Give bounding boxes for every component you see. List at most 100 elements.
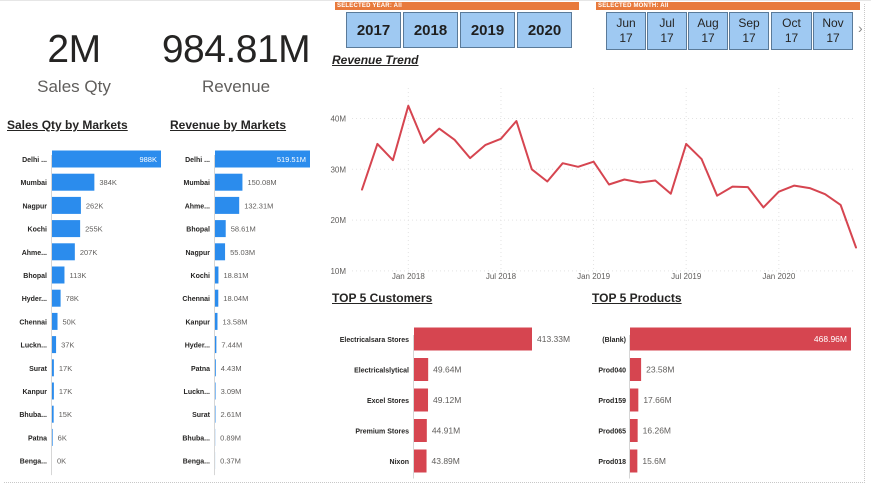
- data-label: 2.61M: [220, 410, 241, 419]
- bar: [215, 382, 216, 400]
- bar: [414, 388, 429, 412]
- month-year-label: 17: [826, 31, 840, 45]
- category-label: Excel Stores: [367, 398, 409, 405]
- bar: [52, 266, 65, 284]
- y-tick-label: 10M: [330, 267, 346, 276]
- month-year-label: 17: [784, 31, 799, 45]
- category-label: Bhuba...: [19, 412, 47, 419]
- year-button-2019[interactable]: 2019: [460, 12, 515, 48]
- bar: [630, 388, 639, 412]
- category-label: Surat: [29, 366, 48, 373]
- bar: [215, 243, 226, 261]
- month-button-oct-17[interactable]: Oct 17: [771, 12, 812, 50]
- data-label: 0.37M: [220, 457, 241, 466]
- revenue-line-series: [361, 104, 857, 249]
- month-button-sep-17[interactable]: Sep 17: [729, 12, 769, 50]
- bar: [52, 382, 54, 400]
- bar: [215, 289, 219, 307]
- bar: [414, 358, 429, 381]
- data-label: 150.08M: [247, 178, 276, 187]
- bar: [215, 173, 243, 191]
- category-label: Mumbai: [184, 180, 211, 187]
- year-button-2020[interactable]: 2020: [517, 12, 572, 48]
- x-tick-label: Jan 2018: [392, 272, 425, 281]
- month-button-nov-17[interactable]: Nov 17: [813, 12, 853, 50]
- category-label: Nagpur: [186, 250, 211, 257]
- data-label: 0.89M: [220, 433, 241, 442]
- data-label: 7.44M: [221, 341, 242, 350]
- bar: [215, 196, 240, 214]
- y-tick-label: 20M: [330, 216, 346, 225]
- category-label: Patna: [28, 435, 47, 442]
- data-label: 44.91M: [432, 426, 460, 436]
- bar: [52, 243, 75, 261]
- kpi-revenue-value: 984.81M: [161, 28, 311, 71]
- bar: [215, 336, 217, 354]
- category-label: Delhi ...: [185, 157, 210, 164]
- month-button-jun-17[interactable]: Jun 17: [606, 12, 646, 50]
- kpi-card-sales-qty: 2M Sales Qty: [10, 30, 138, 97]
- data-label: 58.61M: [231, 225, 256, 234]
- category-label: Delhi ...: [22, 157, 47, 164]
- month-year-label: 17: [619, 31, 633, 45]
- category-label: Kochi: [28, 227, 48, 234]
- year-button-2017[interactable]: 2017: [346, 12, 401, 48]
- category-label: Bhopal: [186, 227, 210, 234]
- category-label: Surat: [192, 412, 211, 419]
- data-label: 207K: [80, 248, 98, 257]
- x-tick-label: Jan 2020: [762, 272, 795, 281]
- month-label: Aug: [697, 16, 719, 30]
- category-label: Hyder...: [22, 296, 47, 303]
- kpi-revenue-label: Revenue: [201, 77, 271, 96]
- data-label: 6K: [58, 433, 67, 442]
- kpi-sales-qty-label: Sales Qty: [37, 77, 111, 96]
- bar: [52, 336, 57, 354]
- data-label: 413.33M: [537, 334, 570, 344]
- category-label: Nixon: [390, 459, 409, 466]
- month-label: Nov: [822, 16, 844, 30]
- data-label: 49.64M: [433, 365, 461, 375]
- bar: [52, 196, 81, 214]
- data-label: 4.43M: [221, 364, 242, 373]
- bar: [414, 419, 427, 442]
- data-label: 468.96M: [814, 334, 847, 344]
- month-button-jul-17[interactable]: Jul 17: [647, 12, 687, 50]
- data-label: 17K: [59, 387, 72, 396]
- category-label: Patna: [191, 366, 210, 373]
- month-button-aug-17[interactable]: Aug 17: [688, 12, 728, 50]
- data-label: 384K: [99, 178, 117, 187]
- year-button-2018[interactable]: 2018: [403, 12, 458, 48]
- month-year-label: 17: [660, 31, 674, 45]
- bar: [414, 449, 427, 473]
- top5-customers-chart: Electricalsara Stores 413.33M Electricalsl…: [340, 327, 570, 479]
- data-label: 50K: [63, 317, 76, 326]
- bar: [52, 405, 54, 423]
- category-label: Prod018: [598, 459, 626, 466]
- category-label: Electricalslytical: [354, 368, 409, 375]
- bar: [414, 327, 532, 351]
- bar: [215, 359, 216, 377]
- data-label: 37K: [61, 341, 74, 350]
- frame-top-line: [0, 0, 871, 1]
- chevron-right-icon[interactable]: ›: [858, 20, 863, 36]
- category-label: Hyder...: [185, 343, 210, 350]
- category-label: Premium Stores: [355, 429, 409, 436]
- data-label: 988K: [139, 155, 157, 164]
- x-tick-label: Jul 2019: [671, 272, 702, 281]
- bar: [630, 419, 638, 442]
- data-label: 15K: [59, 410, 72, 419]
- data-label: 18.81M: [223, 271, 248, 280]
- kpi-sales-qty-value: 2M: [47, 28, 101, 71]
- frame-bottom-border: [4, 482, 865, 483]
- category-label: Chennai: [19, 319, 47, 326]
- category-label: Prod159: [598, 398, 626, 405]
- data-label: 0K: [57, 457, 66, 466]
- category-label: Kanpur: [23, 389, 48, 396]
- category-label: Benga...: [20, 459, 47, 466]
- sales-qty-chart-title: Sales Qty by Markets: [7, 118, 128, 132]
- category-label: Luckn...: [21, 343, 48, 350]
- data-label: 519.51M: [277, 155, 306, 164]
- month-label: Oct: [782, 16, 801, 30]
- year-slicer-header: SELECTED YEAR: All: [335, 2, 579, 10]
- category-label: Bhuba...: [182, 435, 210, 442]
